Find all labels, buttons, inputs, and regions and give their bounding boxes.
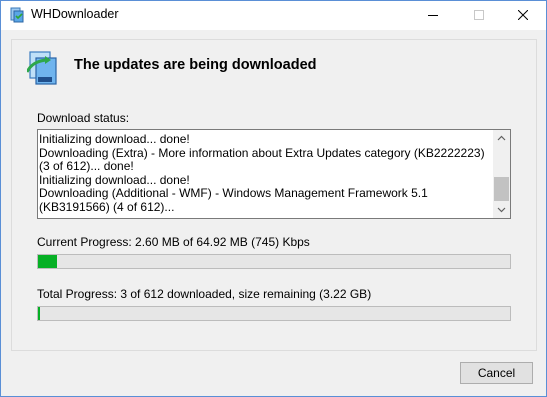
main-window: WHDownloader The updates are being downl… bbox=[0, 0, 547, 397]
download-log[interactable]: Initializing download... done! Downloadi… bbox=[37, 129, 511, 219]
download-panel: The updates are being downloaded Downloa… bbox=[11, 39, 537, 351]
scroll-thumb[interactable] bbox=[494, 177, 509, 201]
maximize-icon bbox=[474, 10, 484, 20]
page-title: The updates are being downloaded bbox=[74, 57, 317, 73]
total-progress-fill bbox=[38, 307, 40, 320]
minimize-button[interactable] bbox=[410, 1, 456, 30]
cancel-button[interactable]: Cancel bbox=[460, 362, 533, 384]
log-line: Downloading (Extra) - More information a… bbox=[39, 145, 485, 173]
close-button[interactable] bbox=[500, 1, 546, 30]
scroll-down-button[interactable] bbox=[493, 201, 510, 218]
log-content: Initializing download... done! Downloadi… bbox=[38, 133, 493, 215]
log-line: Initializing download... done! bbox=[39, 133, 190, 146]
title-bar[interactable]: WHDownloader bbox=[1, 1, 546, 30]
total-progress-bar bbox=[37, 306, 511, 321]
current-progress-bar bbox=[37, 254, 511, 269]
log-scrollbar[interactable] bbox=[493, 130, 510, 218]
current-progress-fill bbox=[38, 255, 57, 268]
scroll-up-button[interactable] bbox=[493, 130, 510, 147]
window-title: WHDownloader bbox=[31, 7, 119, 21]
current-progress-label: Current Progress: 2.60 MB of 64.92 MB (7… bbox=[37, 235, 310, 249]
log-line: Initializing download... done! bbox=[39, 172, 190, 187]
close-icon bbox=[518, 10, 528, 20]
maximize-button[interactable] bbox=[456, 1, 502, 30]
total-progress-label: Total Progress: 3 of 612 downloaded, siz… bbox=[37, 287, 372, 301]
log-line: Downloading (Additional - WMF) - Windows… bbox=[39, 186, 428, 214]
minimize-icon bbox=[428, 15, 438, 16]
chevron-up-icon bbox=[497, 135, 506, 141]
update-package-icon bbox=[25, 50, 61, 86]
app-icon bbox=[9, 7, 25, 23]
download-status-label: Download status: bbox=[37, 111, 130, 125]
chevron-down-icon bbox=[497, 207, 506, 213]
